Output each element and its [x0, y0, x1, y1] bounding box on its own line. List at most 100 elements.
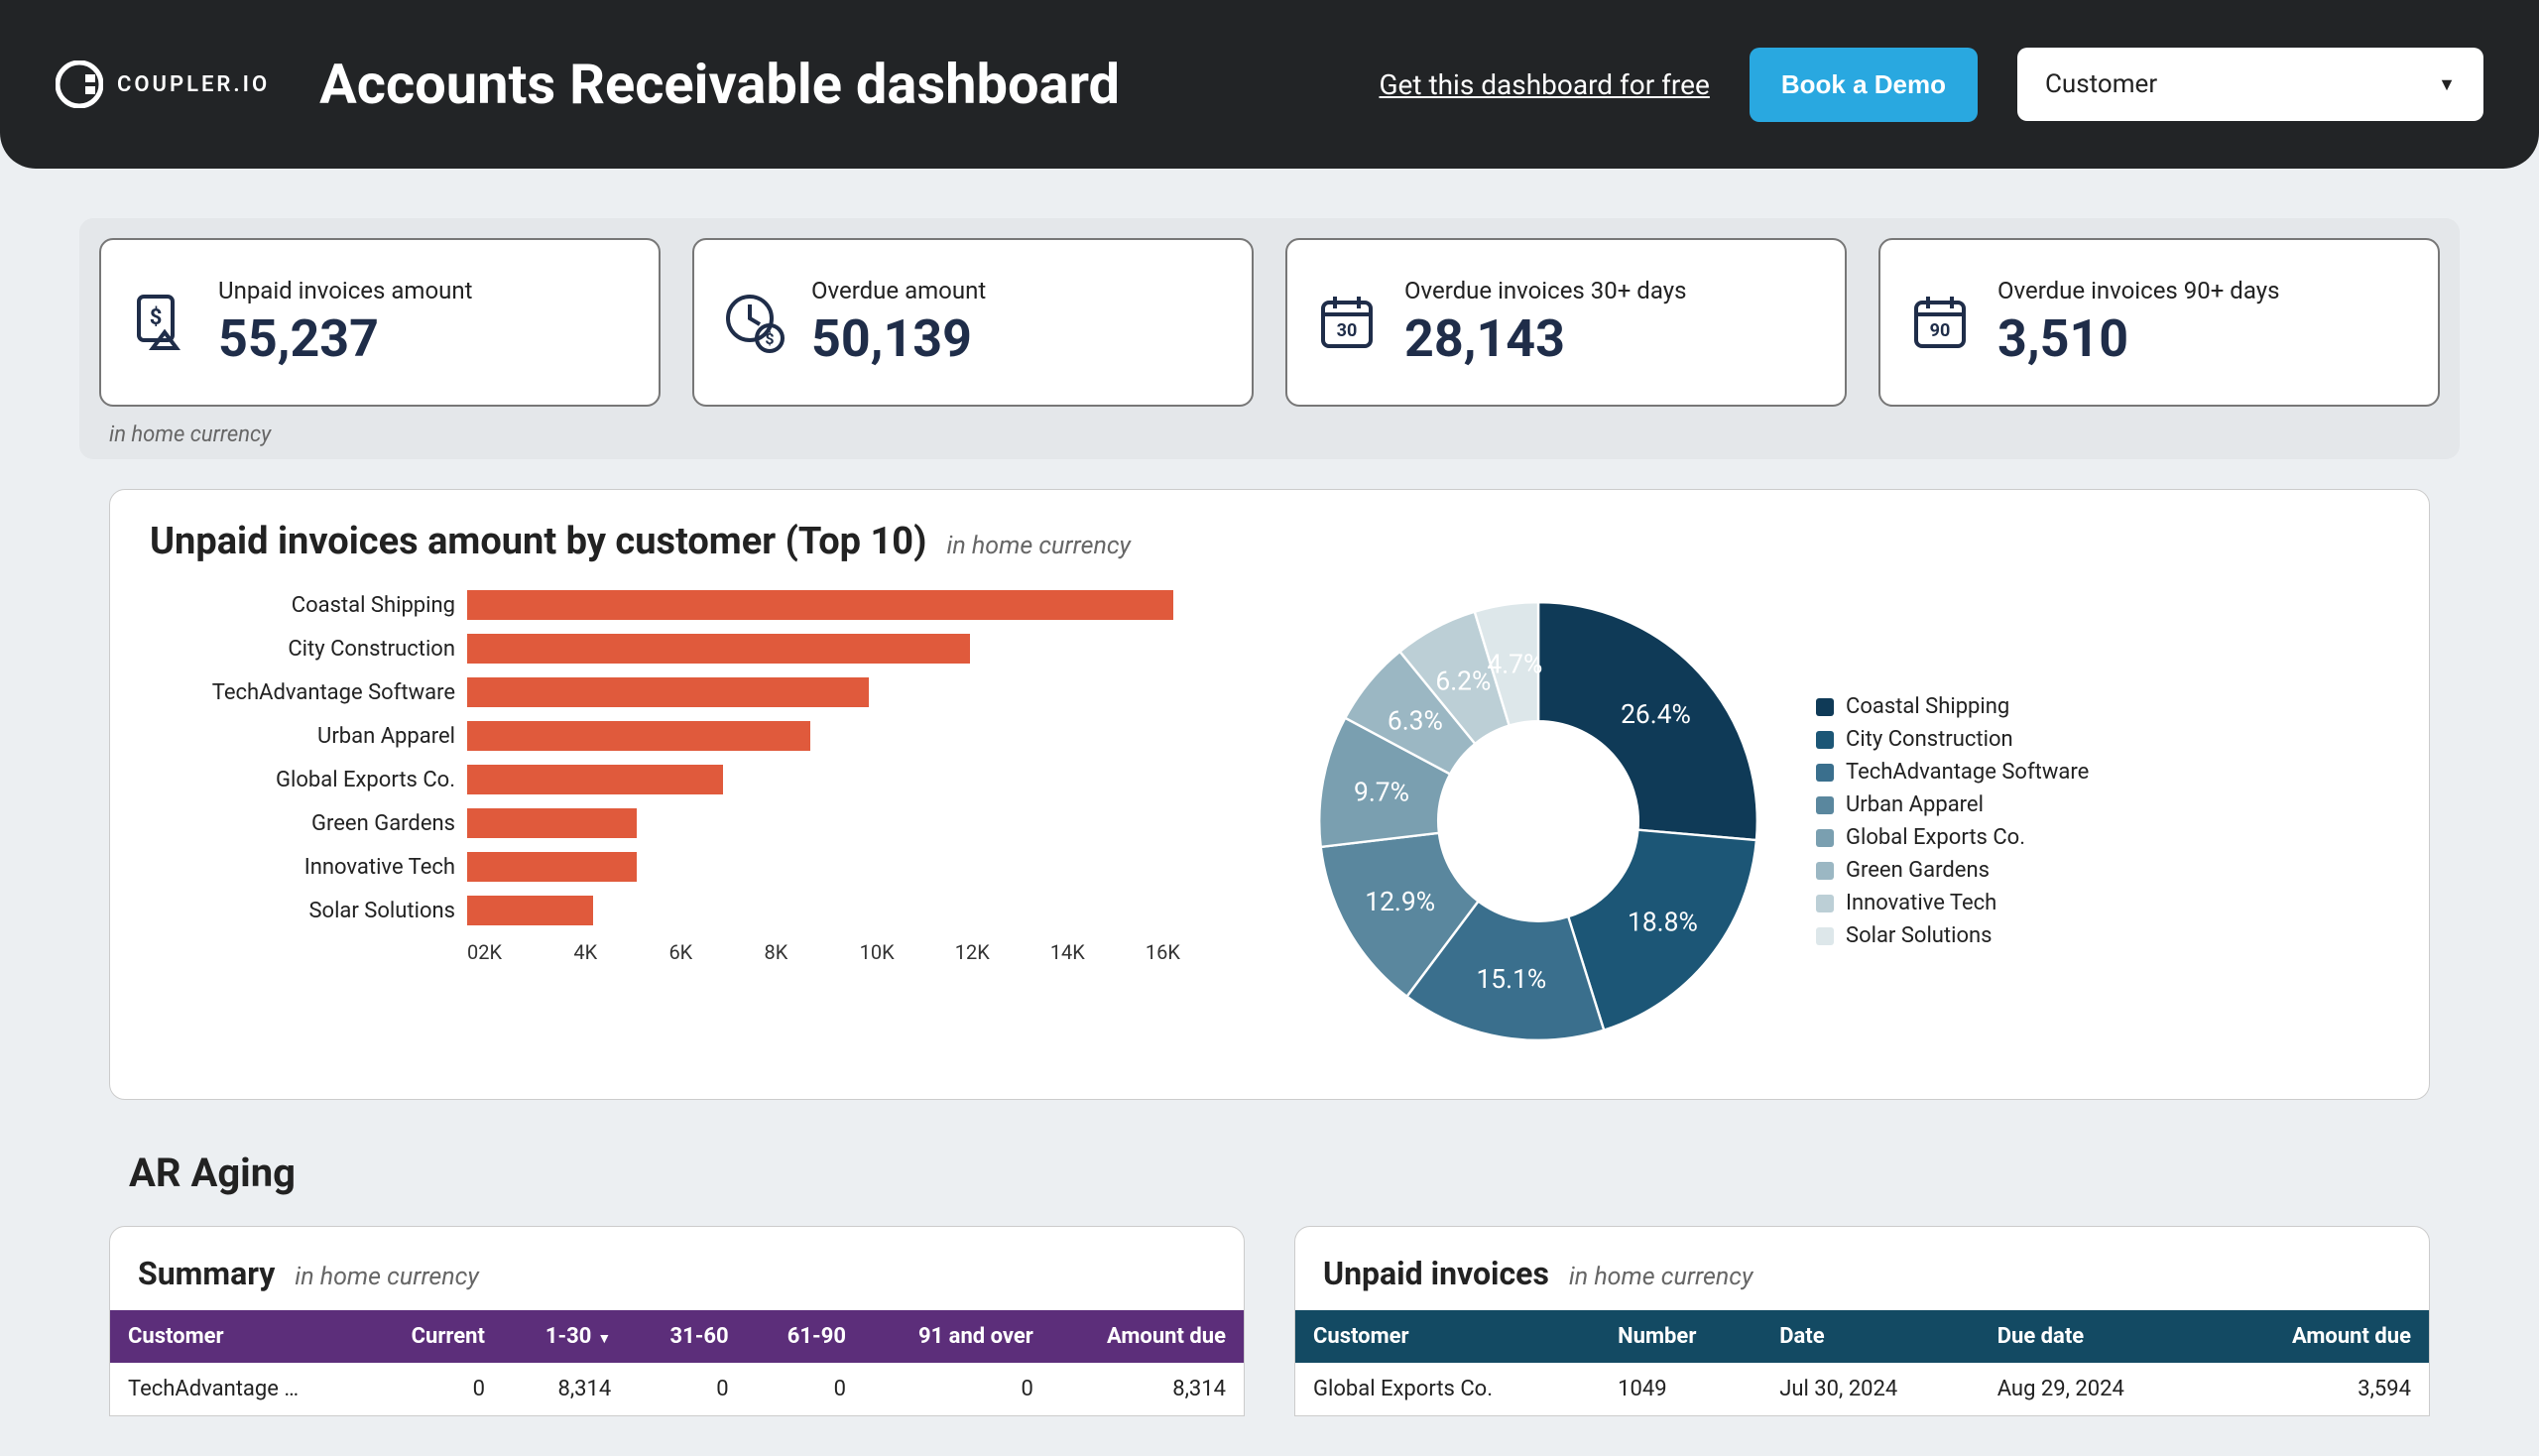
kpi-label: Overdue invoices 30+ days	[1404, 277, 1686, 304]
bar-track	[467, 634, 1241, 664]
col-due-date[interactable]: Due date	[1980, 1310, 2210, 1363]
cell: Aug 29, 2024	[1980, 1363, 2210, 1415]
kpi-overdue-90: 90 Overdue invoices 90+ days 3,510	[1878, 238, 2440, 407]
col-1-30[interactable]: 1-30▼	[503, 1310, 629, 1363]
kpi-value: 55,237	[218, 308, 473, 369]
legend-label: Global Exports Co.	[1846, 825, 2025, 850]
legend-item: TechAdvantage Software	[1816, 760, 2089, 785]
col-91-over[interactable]: 91 and over	[864, 1310, 1051, 1363]
kpi-overdue-30: 30 Overdue invoices 30+ days 28,143	[1285, 238, 1847, 407]
legend-swatch-icon	[1816, 796, 1834, 814]
kpi-unpaid-invoices: $ Unpaid invoices amount 55,237	[99, 238, 661, 407]
bar-label: Global Exports Co.	[150, 768, 467, 792]
bar-track	[467, 721, 1241, 751]
bar-label: TechAdvantage Software	[150, 680, 467, 705]
sort-desc-icon: ▼	[597, 1331, 611, 1347]
col-amount-due[interactable]: Amount due	[1051, 1310, 1244, 1363]
panel-note: in home currency	[946, 532, 1131, 560]
axis-tick: 6K	[668, 940, 764, 964]
donut-slice-label: 9.7%	[1354, 779, 1409, 808]
legend-item: Global Exports Co.	[1816, 825, 2089, 850]
bar-label: City Construction	[150, 637, 467, 662]
legend-label: Urban Apparel	[1846, 792, 1984, 817]
col-customer[interactable]: Customer	[110, 1310, 367, 1363]
unpaid-invoices-table-panel: Unpaid invoices in home currency Custome…	[1294, 1226, 2430, 1416]
bar-fill	[467, 677, 869, 707]
bar-label: Green Gardens	[150, 811, 467, 836]
legend-label: Green Gardens	[1846, 858, 1990, 883]
bar-row: Coastal Shipping	[150, 583, 1241, 627]
svg-text:$: $	[765, 329, 774, 348]
legend-swatch-icon	[1816, 895, 1834, 912]
donut-slice-label: 15.1%	[1476, 965, 1546, 995]
donut-slice-label: 6.3%	[1388, 706, 1443, 736]
legend-label: City Construction	[1846, 727, 2013, 752]
bar-fill	[467, 721, 810, 751]
kpi-value: 28,143	[1404, 308, 1686, 369]
donut-legend: Coastal Shipping City Construction TechAdv…	[1816, 694, 2089, 948]
col-amount-due[interactable]: Amount due	[2210, 1310, 2429, 1363]
legend-label: Solar Solutions	[1846, 923, 1993, 948]
cell: Global Exports Co.	[1295, 1363, 1600, 1415]
donut-chart: 26.4%18.8%15.1%12.9%9.7%6.3%6.2%4.7%	[1300, 583, 1776, 1059]
kpi-value: 50,139	[811, 308, 986, 369]
legend-swatch-icon	[1816, 829, 1834, 847]
customer-filter-label: Customer	[2045, 69, 2157, 99]
cell-customer: TechAdvantage …	[110, 1363, 367, 1415]
col-31-60[interactable]: 31-60	[629, 1310, 746, 1363]
logo-text: COUPLER.IO	[117, 72, 270, 97]
kpi-label: Overdue invoices 90+ days	[1997, 277, 2279, 304]
ar-aging-heading: AR Aging	[129, 1150, 2410, 1196]
bar-fill	[467, 590, 1173, 620]
donut-slice-label: 18.8%	[1628, 908, 1698, 937]
col-61-90[interactable]: 61-90	[747, 1310, 864, 1363]
col-customer[interactable]: Customer	[1295, 1310, 1600, 1363]
col-number[interactable]: Number	[1600, 1310, 1761, 1363]
col-date[interactable]: Date	[1761, 1310, 1979, 1363]
bar-track	[467, 896, 1241, 925]
kpi-container: $ Unpaid invoices amount 55,237 $ Overdu…	[79, 218, 2460, 459]
get-dashboard-link[interactable]: Get this dashboard for free	[1379, 68, 1709, 101]
header-bar: COUPLER.IO Accounts Receivable dashboard…	[0, 0, 2539, 169]
customer-filter-select[interactable]: Customer ▼	[2017, 48, 2483, 121]
book-demo-button[interactable]: Book a Demo	[1750, 48, 1978, 122]
legend-item: Green Gardens	[1816, 858, 2089, 883]
cell: 0	[629, 1363, 746, 1415]
legend-item: Solar Solutions	[1816, 923, 2089, 948]
col-current[interactable]: Current	[367, 1310, 503, 1363]
chevron-down-icon: ▼	[2438, 74, 2456, 95]
cell: 0	[367, 1363, 503, 1415]
donut-slice-label: 4.7%	[1487, 651, 1542, 680]
cell: 8,314	[1051, 1363, 1244, 1415]
unpaid-note: in home currency	[1569, 1263, 1753, 1291]
legend-swatch-icon	[1816, 731, 1834, 749]
axis-tick: 8K	[765, 940, 860, 964]
unpaid-by-customer-panel: Unpaid invoices amount by customer (Top …	[109, 489, 2430, 1100]
bar-label: Coastal Shipping	[150, 593, 467, 618]
bar-track	[467, 590, 1241, 620]
legend-item: Urban Apparel	[1816, 792, 2089, 817]
bar-track	[467, 765, 1241, 794]
legend-label: TechAdvantage Software	[1846, 760, 2089, 785]
legend-swatch-icon	[1816, 698, 1834, 716]
bar-row: City Construction	[150, 627, 1241, 670]
axis-tick: 10K	[860, 940, 955, 964]
axis-tick: 2K	[478, 940, 573, 964]
legend-swatch-icon	[1816, 764, 1834, 782]
legend-item: City Construction	[1816, 727, 2089, 752]
cell: 8,314	[503, 1363, 629, 1415]
legend-item: Innovative Tech	[1816, 891, 2089, 915]
kpi-currency-note: in home currency	[99, 407, 2440, 447]
bar-label: Innovative Tech	[150, 855, 467, 880]
svg-text:$: $	[150, 305, 163, 330]
bar-row: Global Exports Co.	[150, 758, 1241, 801]
legend-swatch-icon	[1816, 862, 1834, 880]
axis-tick: 4K	[573, 940, 668, 964]
clock-dollar-icon: $	[722, 291, 786, 354]
legend-label: Coastal Shipping	[1846, 694, 2009, 719]
axis-tick: 16K	[1146, 940, 1241, 964]
bar-row: Solar Solutions	[150, 889, 1241, 932]
svg-text:90: 90	[1930, 320, 1951, 341]
cell: 3,594	[2210, 1363, 2429, 1415]
bar-fill	[467, 896, 593, 925]
